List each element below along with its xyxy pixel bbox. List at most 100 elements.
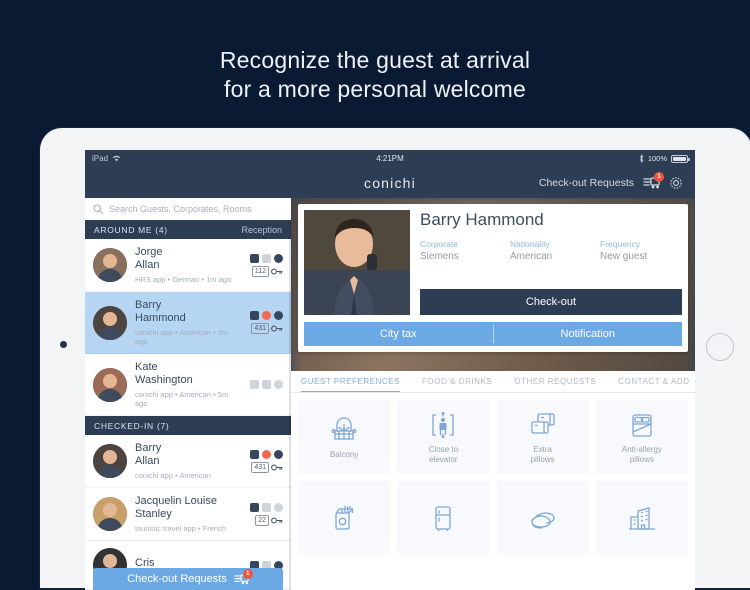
guest-status-dots xyxy=(250,380,283,389)
guest-room: 431 xyxy=(251,323,283,334)
promo-title-line2: for a more personal welcome xyxy=(224,76,526,102)
cigarettes-icon xyxy=(329,503,359,533)
checkout-requests-button-label: Check-out Requests xyxy=(127,573,227,585)
checkout-requests-label[interactable]: Check-out Requests xyxy=(539,177,634,189)
guest-meta: HRS app • German • 1m ago xyxy=(135,275,232,284)
guest-attribute: Frequency New guest xyxy=(600,239,672,262)
towels-icon xyxy=(528,503,558,533)
preference-label: Extra pillows xyxy=(530,444,555,464)
checkout-requests-icon: 1 xyxy=(234,568,253,586)
preference-card[interactable] xyxy=(595,481,688,555)
guest-status-dot xyxy=(250,449,259,459)
search-input[interactable]: Search Guests, Corporates, Rooms xyxy=(109,204,252,214)
guest-list-item[interactable]: Barry Hammond conichi app • American • 3m … xyxy=(85,292,291,354)
guest-action-bar: City tax Notification xyxy=(304,322,682,346)
preference-label: Balcony xyxy=(329,449,359,459)
guest-status-dots xyxy=(250,449,283,459)
guest-list-item[interactable]: Jorge Allan HRS app • German • 1m ago 112 xyxy=(85,239,291,292)
guest-status-dots xyxy=(250,502,283,512)
guest-status: 112 xyxy=(250,253,283,277)
guest-status-dot xyxy=(262,502,271,512)
guest-attribute-value: Siemens xyxy=(420,251,459,262)
requests-badge: 1 xyxy=(654,171,664,182)
battery-icon xyxy=(671,154,690,163)
guest-status-dots xyxy=(250,253,283,263)
guest-room: 431 xyxy=(251,461,283,473)
status-bar-time: 4:21PM xyxy=(376,154,404,163)
search-bar[interactable]: Search Guests, Corporates, Rooms xyxy=(85,198,291,220)
guest-info: Jorge Allan HRS app • German • 1m ago xyxy=(135,246,242,284)
guest-detail-info: Barry Hammond Corporate Siemens Nationalit… xyxy=(420,210,682,315)
checkout-requests-button[interactable]: Check-out Requests 1 xyxy=(93,568,283,590)
city-tax-button[interactable]: City tax xyxy=(304,322,493,346)
app-header: conichi Check-out Requests 1 xyxy=(85,167,695,198)
key-icon xyxy=(271,464,283,471)
preference-card[interactable] xyxy=(397,481,490,555)
check-out-button[interactable]: Check-out xyxy=(420,289,682,315)
preference-card[interactable]: Balcony xyxy=(298,400,391,474)
section-right-label: Reception xyxy=(241,224,282,235)
home-button[interactable] xyxy=(706,333,734,361)
preference-card[interactable]: Close to elevator xyxy=(397,400,490,474)
preference-card[interactable]: Extra pillows xyxy=(496,400,589,474)
guest-status-dot xyxy=(274,502,283,512)
preference-card[interactable]: Anti-allergy pillows xyxy=(595,400,688,474)
guest-list-item[interactable]: Kate Washington conichi app • American • 5… xyxy=(85,354,291,416)
pillows-icon xyxy=(528,410,558,440)
gear-icon[interactable] xyxy=(669,176,683,190)
guest-status-dot xyxy=(274,380,283,389)
tab-food-drinks[interactable]: FOOD & DRINKS xyxy=(422,371,492,392)
preference-card[interactable] xyxy=(496,481,589,555)
avatar xyxy=(93,444,127,478)
building-icon xyxy=(627,503,657,533)
fridge-icon xyxy=(428,503,458,533)
guest-attribute: Nationality American xyxy=(510,239,582,262)
guest-status: 431 xyxy=(250,311,283,334)
guest-detail-card: Barry Hammond Corporate Siemens Nationalit… xyxy=(298,204,688,352)
key-icon xyxy=(271,268,283,275)
preferences-grid: Balcony Close to elevator Extra pillows Anti-… xyxy=(291,393,695,590)
notification-button[interactable]: Notification xyxy=(494,322,683,346)
tab-contact-add[interactable]: CONTACT & ADD xyxy=(618,371,689,392)
section-title: CHECKED-IN (7) xyxy=(94,420,170,431)
search-icon xyxy=(93,204,103,214)
guest-info: Jacquelin Louise Stanley touristic travel … xyxy=(135,495,242,533)
room-number: 22 xyxy=(255,514,269,526)
guest-meta: conichi app • American • 5m ago xyxy=(135,390,229,408)
checkout-requests-icon[interactable]: 1 xyxy=(643,171,664,190)
avatar xyxy=(93,305,127,340)
guest-photo xyxy=(304,210,410,315)
avatar xyxy=(93,248,127,282)
room-number: 112 xyxy=(251,265,269,277)
guest-detail-top: Barry Hammond Corporate Siemens Nationalit… xyxy=(304,210,682,315)
room-number: 431 xyxy=(251,323,269,334)
guest-status-dot xyxy=(274,311,283,320)
guest-info: Kate Washington conichi app • American • 5… xyxy=(135,361,242,408)
guest-attribute-label: Frequency xyxy=(600,239,641,249)
guest-last-name: Hammond xyxy=(135,312,186,324)
tab-guest-preferences[interactable]: GUEST PREFERENCES xyxy=(301,371,400,392)
guest-list-item[interactable]: Jacquelin Louise Stanley touristic travel … xyxy=(85,488,291,541)
promo-title: Recognize the guest at arrival for a mor… xyxy=(0,46,750,104)
avatar xyxy=(93,497,127,531)
guest-meta: conichi app • American xyxy=(135,471,211,480)
guest-sidebar: Search Guests, Corporates, Rooms AROUND … xyxy=(85,198,291,590)
guest-first-name: Kate xyxy=(135,361,158,373)
guest-list-item[interactable]: Barry Allan conichi app • American 431 xyxy=(85,435,291,488)
guest-detail-panel: Barry Hammond Corporate Siemens Nationalit… xyxy=(291,198,695,590)
front-camera-icon xyxy=(60,341,67,348)
guest-status xyxy=(250,380,283,389)
guest-meta: conichi app • American • 3m ago xyxy=(135,328,229,346)
balcony-icon xyxy=(329,415,359,445)
preference-label: Close to elevator xyxy=(428,444,459,464)
detail-tabs: GUEST PREFERENCES FOOD & DRINKS OTHER REQU… xyxy=(291,371,695,393)
guest-section-header: CHECKED-IN (7) xyxy=(85,416,291,435)
tab-other-requests[interactable]: OTHER REQUESTS xyxy=(514,371,596,392)
app-body: Search Guests, Corporates, Rooms AROUND … xyxy=(85,198,695,590)
guest-first-name: Jorge xyxy=(135,246,163,258)
preference-card[interactable] xyxy=(298,481,391,555)
guest-status-dot xyxy=(274,449,283,459)
guest-attribute-label: Nationality xyxy=(510,239,550,249)
guest-attribute-value: New guest xyxy=(600,251,648,262)
guest-status-dot xyxy=(250,502,259,512)
